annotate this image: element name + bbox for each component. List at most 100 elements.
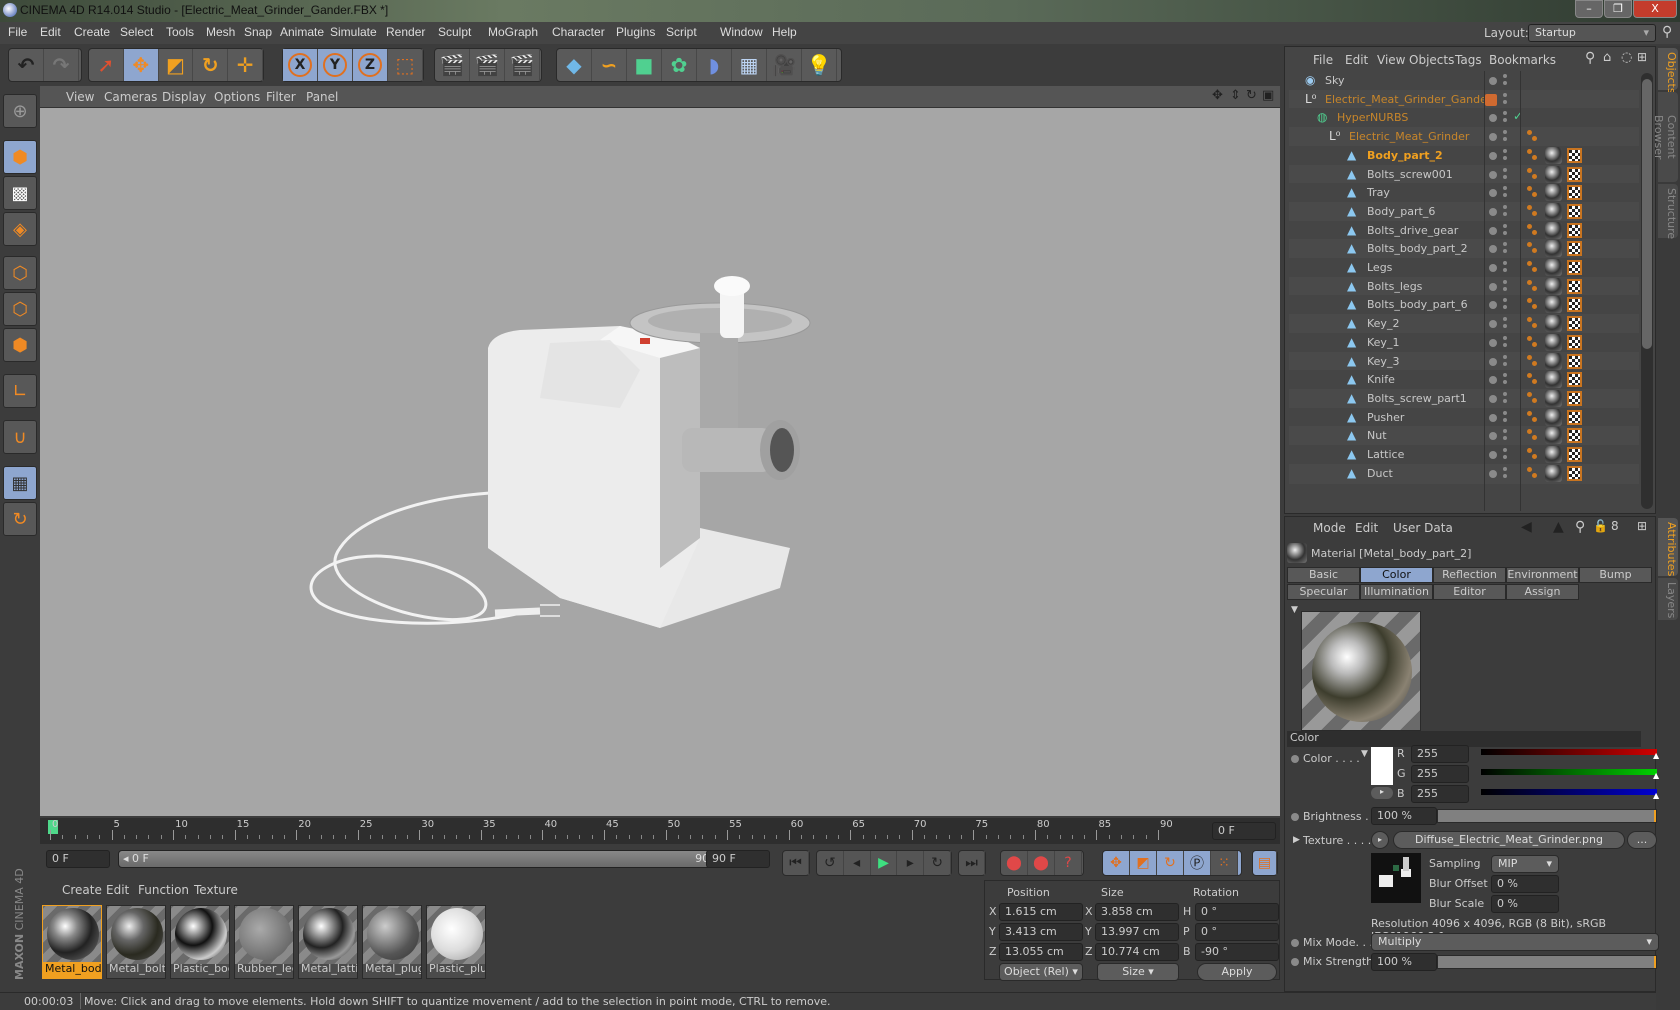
uvw-tag-icon[interactable] <box>1567 390 1582 406</box>
brightness-field[interactable]: 100 % <box>1371 807 1437 825</box>
timeline-ruler[interactable]: 0 F 0 5 10 15 20 25 30 35 40 45 50 55 60 65 70 75 80 85 90 <box>40 818 1280 844</box>
object-menu-view[interactable]: View <box>1377 53 1405 67</box>
menu-file[interactable]: File <box>8 25 27 39</box>
position-x-field[interactable]: 1.615 cm <box>999 903 1083 921</box>
mix-strength-animate-dot[interactable] <box>1291 958 1299 966</box>
uvw-tag-icon[interactable] <box>1567 409 1582 425</box>
material-swatch[interactable]: Plastic_bod <box>170 905 230 979</box>
search-icon[interactable]: ⚲ <box>1575 519 1585 535</box>
slider-handle-icon[interactable]: ▲ <box>1653 751 1659 760</box>
uvw-tag-icon[interactable] <box>1567 241 1582 257</box>
object-menu-edit[interactable]: Edit <box>1345 53 1368 67</box>
visibility-dot[interactable] <box>1489 413 1497 422</box>
uvw-tag-icon[interactable] <box>1567 260 1582 275</box>
snap-workplane-icon[interactable]: ↻ <box>3 502 37 536</box>
object-row[interactable]: ▲ Legs <box>1289 258 1639 278</box>
uvw-tag-icon[interactable] <box>1567 297 1582 313</box>
camera-icon[interactable]: 🎥 <box>767 49 802 81</box>
rotation-p-field[interactable]: 0 ° <box>1195 923 1279 941</box>
render-view-icon[interactable]: 🎬 <box>435 49 470 81</box>
mix-strength-field[interactable]: 100 % <box>1371 953 1437 971</box>
material-tag-icon[interactable] <box>1545 240 1562 258</box>
record-keyframe-icon[interactable]: ⬤ <box>1001 851 1028 875</box>
attributes-menu-mode[interactable]: Mode <box>1313 521 1346 535</box>
render-visibility-dots[interactable] <box>1503 279 1507 284</box>
render-visibility-dots[interactable] <box>1503 148 1507 153</box>
visibility-dot[interactable] <box>1489 226 1497 235</box>
tab-structure[interactable]: Structure <box>1658 184 1678 239</box>
uvw-tag-icon[interactable] <box>1567 353 1582 369</box>
tab-illumination[interactable]: Illumination <box>1360 584 1433 600</box>
rotate-icon[interactable]: ↻ <box>193 49 229 81</box>
uvw-tag-icon[interactable] <box>1567 203 1582 219</box>
cube-icon[interactable]: ◆ <box>557 49 592 81</box>
menu-edit[interactable]: Edit <box>40 25 61 39</box>
model-mode-icon[interactable]: ⬢ <box>3 140 37 174</box>
move-track-icon[interactable]: ✥ <box>1103 851 1130 875</box>
new-window-icon[interactable]: ⊞ <box>1637 50 1647 64</box>
phong-tag-icon[interactable] <box>1527 242 1532 248</box>
render-visibility-dots[interactable] <box>1503 261 1507 265</box>
object-row[interactable]: ▲ Bolts_legs <box>1289 276 1639 297</box>
workplane-mode-icon[interactable]: ◈ <box>3 212 37 246</box>
phong-tag-icon[interactable] <box>1527 466 1532 472</box>
viewport-menu-options[interactable]: Options <box>214 90 260 104</box>
render-visibility-dots[interactable] <box>1503 429 1507 434</box>
object-row[interactable]: ▲ Knife <box>1289 370 1639 391</box>
object-row[interactable]: ▲ Key_3 <box>1289 351 1639 372</box>
scale-track-icon[interactable]: ◩ <box>1130 851 1157 875</box>
material-tag-icon[interactable] <box>1545 464 1562 482</box>
scale-icon[interactable]: ◩ <box>159 49 194 81</box>
material-tag-icon[interactable] <box>1545 146 1562 164</box>
render-visibility-dots[interactable] <box>1503 410 1507 415</box>
object-menu-file[interactable]: File <box>1313 53 1333 67</box>
y-axis-lock-button[interactable]: Y <box>318 49 353 81</box>
object-row[interactable]: ▲ Key_1 <box>1289 332 1639 353</box>
texture-file-button[interactable]: Diffuse_Electric_Meat_Grinder.png <box>1393 831 1625 849</box>
phong-tag-icon[interactable] <box>1527 204 1532 210</box>
phong-tag-icon[interactable] <box>1527 279 1532 285</box>
visibility-dot[interactable] <box>1489 320 1497 329</box>
phong-tag-icon[interactable] <box>1527 261 1532 266</box>
menu-tools[interactable]: Tools <box>166 25 194 39</box>
visibility-dot[interactable] <box>1489 133 1497 142</box>
menu-snap[interactable]: Snap <box>244 25 272 39</box>
timeline-icon[interactable]: ▤ <box>1253 851 1277 875</box>
visibility-dot[interactable] <box>1489 114 1497 123</box>
material-tag-icon[interactable] <box>1545 389 1562 407</box>
next-key-icon[interactable]: ↻ <box>924 851 951 875</box>
menu-animate[interactable]: Animate <box>280 25 324 39</box>
new-window-icon[interactable]: ⊞ <box>1637 519 1647 533</box>
menu-mograph[interactable]: MoGraph <box>488 25 538 39</box>
object-row[interactable]: ▲ Bolts_body_part_6 <box>1289 295 1639 316</box>
search-icon[interactable]: ⚲ <box>1585 50 1595 66</box>
play-icon[interactable]: ▶ <box>871 851 898 875</box>
maximize-view-icon[interactable]: ▣ <box>1262 88 1274 103</box>
phong-tag-icon[interactable] <box>1527 317 1532 323</box>
uvw-tag-icon[interactable] <box>1567 278 1582 294</box>
go-to-end-icon[interactable]: ⏭ <box>959 851 985 875</box>
tab-bump[interactable]: Bump <box>1579 567 1652 583</box>
phong-tag-icon[interactable] <box>1527 410 1532 416</box>
object-row[interactable]: ▲ Pusher <box>1289 407 1639 428</box>
recent-tool-icon[interactable]: ✛ <box>228 49 263 81</box>
live-selection-icon[interactable]: ➚ <box>89 49 124 81</box>
visibility-dot[interactable] <box>1489 189 1497 198</box>
points-mode-icon[interactable]: ⬡ <box>3 256 37 290</box>
viewport-menu-view[interactable]: View <box>66 90 94 104</box>
render-visibility-dots[interactable] <box>1503 298 1507 303</box>
spline-pen-icon[interactable]: ∽ <box>592 49 627 81</box>
layout-dropdown[interactable]: Startup ▾ <box>1528 24 1656 42</box>
material-swatch[interactable]: Metal_body <box>42 905 102 979</box>
render-visibility-dots[interactable] <box>1503 466 1507 471</box>
b-channel-field[interactable]: 255 <box>1411 785 1469 803</box>
redo-icon[interactable]: ↷ <box>44 49 79 81</box>
x-axis-lock-button[interactable]: X <box>283 49 318 81</box>
brightness-slider[interactable] <box>1437 809 1657 823</box>
visibility-dot[interactable] <box>1489 77 1497 85</box>
phong-tag-icon[interactable] <box>1527 373 1532 379</box>
object-row[interactable]: ▲ Body_part_2 <box>1289 145 1639 166</box>
render-visibility-dots[interactable] <box>1503 204 1507 209</box>
uvw-tag-icon[interactable] <box>1567 185 1582 201</box>
object-menu-tags[interactable]: Tags <box>1455 53 1482 67</box>
